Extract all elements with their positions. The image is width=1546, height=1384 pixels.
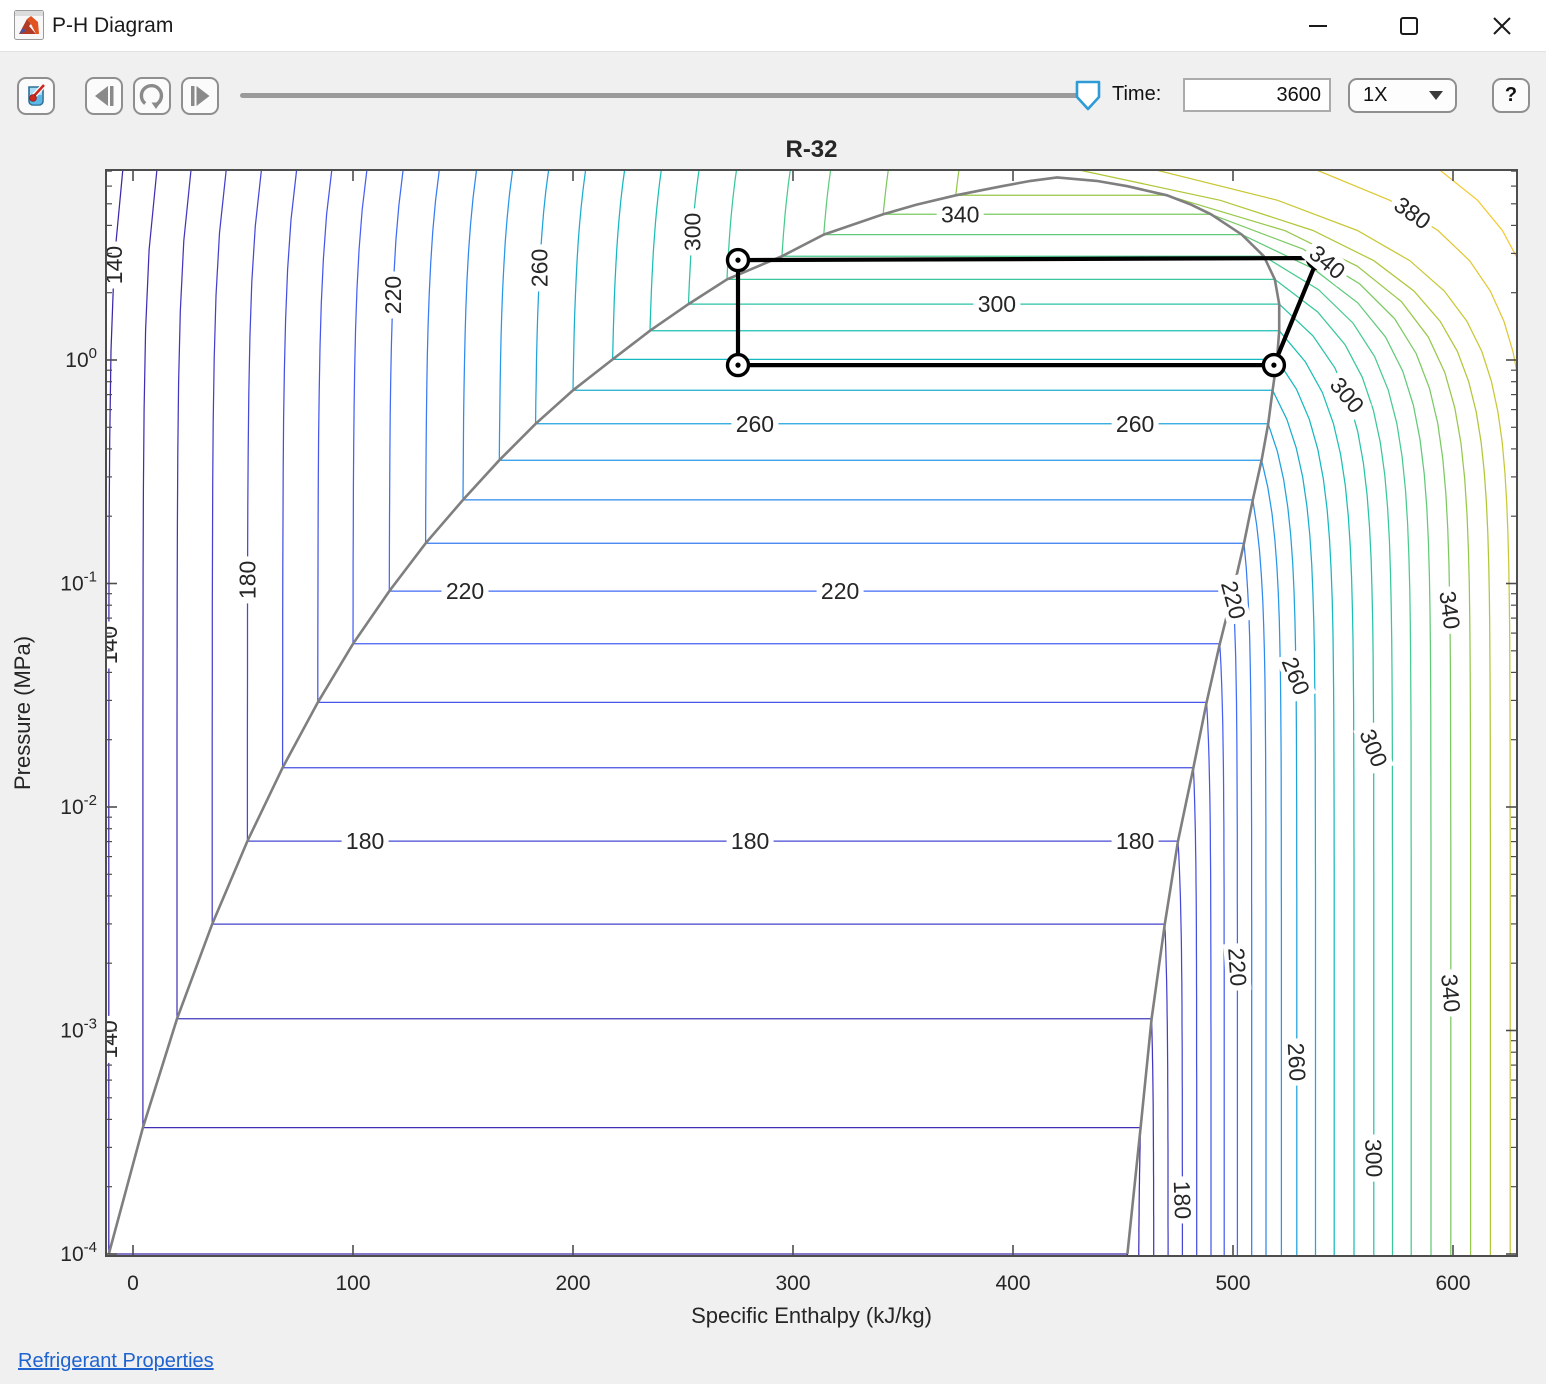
svg-text:260: 260 (736, 411, 774, 437)
svg-text:140: 140 (96, 626, 122, 664)
minimize-icon (1306, 14, 1330, 38)
y-axis-label: Pressure (MPa) (10, 636, 35, 790)
x-tick-label: 200 (555, 1272, 590, 1295)
contour-label-140K: 140 (96, 622, 122, 669)
contour-label-260K: 260 (527, 244, 553, 291)
chevron-down-icon (1429, 91, 1443, 100)
x-tick-label: 400 (995, 1272, 1030, 1295)
cycle-state-dot (735, 258, 740, 263)
svg-text:220: 220 (446, 578, 484, 604)
contour-label-300K: 300 (1360, 1134, 1388, 1182)
replay-loop-icon (138, 82, 166, 110)
figure-area: 1401401401802202603003403002602602202201… (0, 130, 1546, 1384)
plot-background (106, 170, 1517, 1256)
minimize-button[interactable] (1295, 0, 1341, 52)
svg-text:340: 340 (1436, 973, 1465, 1013)
y-tick-label: 10-4 (60, 1239, 97, 1266)
time-label: Time: (1112, 83, 1161, 106)
cycle-state-dot (1271, 363, 1276, 368)
x-tick-label: 600 (1435, 1272, 1470, 1295)
svg-text:180: 180 (346, 828, 384, 854)
svg-text:300: 300 (978, 291, 1016, 317)
x-tick-label: 500 (1215, 1272, 1250, 1295)
contour-label-340K: 340 (1436, 968, 1466, 1017)
contour-label-220K: 220 (1223, 943, 1252, 992)
contour-label-180K: 180 (342, 828, 389, 854)
contour-label-300K: 300 (973, 291, 1020, 317)
y-tick-label: 10-1 (60, 569, 97, 596)
svg-text:220: 220 (1223, 947, 1252, 987)
window-title: P-H Diagram (52, 0, 173, 52)
ph-chart: 1401401401802202603003403002602602202201… (0, 130, 1546, 1384)
contour-label-260K: 260 (1112, 411, 1159, 437)
contour-label-180K: 180 (1169, 1176, 1197, 1224)
step-back-icon (91, 83, 117, 109)
chart-title: R-32 (785, 136, 837, 163)
svg-text:180: 180 (731, 828, 769, 854)
isotherm-400K (1519, 170, 1546, 1259)
svg-text:180: 180 (235, 561, 261, 599)
replay-button[interactable] (133, 77, 171, 115)
contour-label-180K: 180 (1112, 828, 1159, 854)
close-icon (1490, 14, 1514, 38)
maximize-icon (1397, 14, 1421, 38)
contour-label-340K: 340 (937, 201, 984, 227)
help-label: ? (1505, 84, 1517, 107)
svg-text:300: 300 (1360, 1138, 1387, 1177)
svg-text:260: 260 (1283, 1042, 1311, 1082)
svg-text:340: 340 (1434, 589, 1465, 631)
svg-text:140: 140 (96, 1020, 122, 1058)
title-bar: P-H Diagram (0, 0, 1546, 52)
contour-label-180K: 180 (235, 556, 261, 603)
help-button[interactable]: ? (1492, 78, 1530, 113)
svg-text:300: 300 (679, 213, 705, 251)
close-button[interactable] (1479, 0, 1525, 52)
svg-text:220: 220 (821, 578, 859, 604)
maximize-button[interactable] (1386, 0, 1432, 52)
contour-label-260K: 260 (1283, 1038, 1311, 1086)
step-forward-button[interactable] (181, 77, 219, 115)
step-back-button[interactable] (85, 77, 123, 115)
y-tick-label: 10-3 (60, 1016, 97, 1043)
refrigerant-properties-link[interactable]: Refrigerant Properties (18, 1350, 214, 1373)
contour-label-140K: 140 (96, 1016, 122, 1063)
svg-text:260: 260 (1116, 411, 1154, 437)
speed-value: 1X (1363, 84, 1429, 107)
x-tick-label: 0 (127, 1272, 139, 1295)
contour-label-220K: 220 (380, 272, 406, 319)
speed-dropdown[interactable]: 1X (1348, 78, 1457, 113)
matlab-app-icon (14, 10, 44, 40)
slider-thumb-icon (1074, 80, 1102, 112)
svg-text:260: 260 (527, 249, 553, 287)
svg-text:340: 340 (941, 201, 979, 227)
svg-text:180: 180 (1169, 1180, 1196, 1219)
y-tick-label: 10-2 (60, 792, 97, 819)
step-forward-icon (187, 83, 213, 109)
svg-text:180: 180 (1116, 828, 1154, 854)
beaker-thermometer-icon (22, 82, 50, 110)
refrigerant-properties-button[interactable] (17, 77, 55, 115)
contour-label-260K: 260 (731, 411, 778, 437)
ph-diagram-window: P-H Diagram (0, 0, 1546, 1384)
x-tick-label: 300 (775, 1272, 810, 1295)
contour-label-220K: 220 (817, 578, 864, 604)
y-tick-label: 100 (65, 345, 97, 372)
time-input[interactable] (1183, 78, 1331, 112)
svg-text:220: 220 (380, 276, 406, 314)
cycle-state-dot (735, 363, 740, 368)
contour-label-220K: 220 (442, 578, 489, 604)
x-tick-label: 100 (335, 1272, 370, 1295)
time-slider-track[interactable] (240, 93, 1088, 98)
contour-label-180K: 180 (727, 828, 774, 854)
x-axis-label: Specific Enthalpy (kJ/kg) (691, 1303, 932, 1328)
time-slider-thumb[interactable] (1074, 80, 1102, 117)
contour-label-300K: 300 (679, 208, 705, 255)
